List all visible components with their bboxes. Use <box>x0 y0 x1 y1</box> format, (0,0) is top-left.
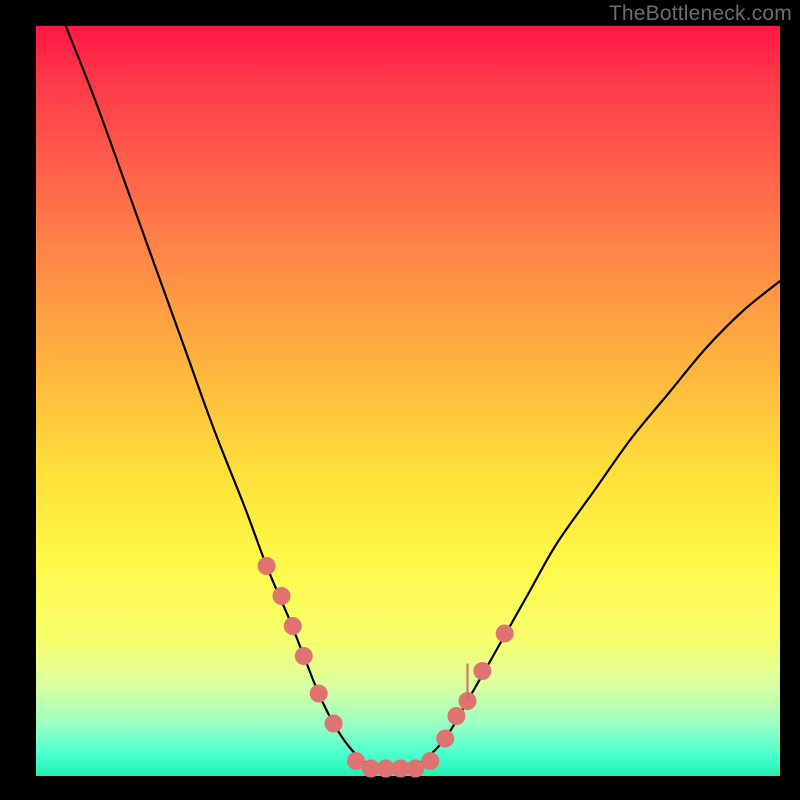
chart-frame: TheBottleneck.com <box>0 0 800 800</box>
curve-marker-dot <box>447 707 465 725</box>
curve-marker-dot <box>258 557 276 575</box>
curve-markers <box>258 557 514 778</box>
plot-area <box>36 26 780 776</box>
watermark-label: TheBottleneck.com <box>609 2 792 26</box>
curve-marker-dot <box>295 647 313 665</box>
curve-marker-dot <box>284 617 302 635</box>
curve-marker-dot <box>310 685 328 703</box>
curve-marker-dot <box>273 587 291 605</box>
bottleneck-curve <box>66 26 780 769</box>
curve-marker-dot <box>473 662 491 680</box>
curve-marker-dot <box>436 730 454 748</box>
curve-marker-dot <box>325 715 343 733</box>
bottleneck-curve-svg <box>36 26 780 776</box>
curve-marker-dot <box>421 752 439 770</box>
curve-marker-dot <box>496 625 514 643</box>
